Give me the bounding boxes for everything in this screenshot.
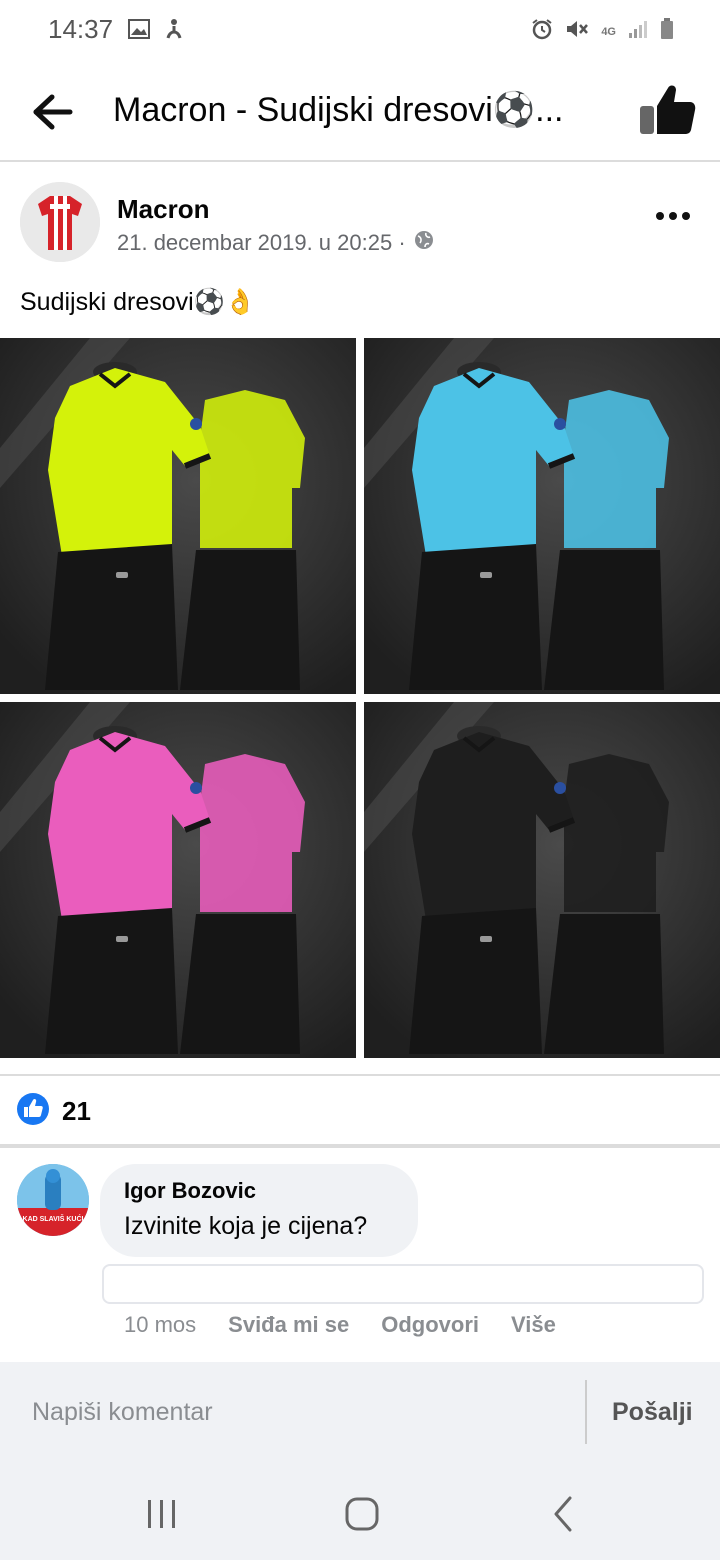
- comment-like-button[interactable]: Sviđa mi se: [228, 1312, 349, 1338]
- alarm-icon: [531, 18, 553, 45]
- accessibility-icon: [164, 18, 184, 45]
- post-text: Sudijski dresovi⚽👌: [20, 288, 256, 316]
- like-count: 21: [62, 1096, 91, 1126]
- system-back-button[interactable]: [544, 1494, 584, 1534]
- comment-composer: Napiši komentar Pošalji: [0, 1362, 720, 1464]
- comment-text: Izvinite koja je cijena?: [124, 1212, 368, 1240]
- recent-apps-icon: [148, 1500, 175, 1528]
- home-button[interactable]: [342, 1494, 382, 1534]
- commenter-avatar[interactable]: KAD SLAVIŠ KUĆI: [17, 1164, 89, 1236]
- top-app-bar: Macron - Sudijski dresovi⚽...: [0, 62, 720, 162]
- page-title: Macron - Sudijski dresovi⚽...: [113, 91, 564, 129]
- recent-apps-button[interactable]: [142, 1494, 182, 1534]
- chevron-left-icon: [554, 1496, 572, 1532]
- photo-black-referee-kit[interactable]: [364, 702, 720, 1058]
- more-options-button[interactable]: [654, 206, 694, 226]
- photo-pink-referee-kit[interactable]: [0, 702, 356, 1058]
- post-meta: 21. decembar 2019. u 20:25 ·: [117, 230, 434, 256]
- comment-placeholder-box: [102, 1264, 704, 1304]
- divider: [0, 1074, 720, 1076]
- photo-blue-referee-kit[interactable]: [364, 338, 720, 694]
- photo-grid: [0, 338, 720, 1058]
- like-reaction-icon: [16, 1092, 50, 1131]
- image-icon: [128, 19, 150, 44]
- reactions-summary[interactable]: 21: [16, 1092, 91, 1131]
- divider: [0, 1144, 720, 1148]
- like-page-button[interactable]: [636, 82, 698, 138]
- back-button[interactable]: [30, 90, 82, 134]
- post-author[interactable]: Macron: [117, 194, 209, 225]
- status-time: 14:37: [48, 14, 114, 44]
- photo-yellow-referee-kit[interactable]: [0, 338, 356, 694]
- status-bar: 14:37 4G: [0, 0, 720, 60]
- battery-icon: [660, 18, 674, 45]
- post-date[interactable]: 21. decembar 2019. u 20:25 ·: [117, 230, 406, 256]
- author-avatar[interactable]: [20, 182, 100, 262]
- composer-separator: [585, 1380, 587, 1444]
- comment-input[interactable]: Napiši komentar: [32, 1398, 213, 1427]
- comment-time: 10 mos: [124, 1312, 197, 1337]
- mute-icon: [565, 18, 589, 45]
- comment-more-button[interactable]: Više: [511, 1312, 556, 1338]
- comment-actions: 10 mos Sviđa mi se Odgovori Više: [124, 1312, 556, 1338]
- comment-author[interactable]: Igor Bozovic: [124, 1178, 394, 1204]
- more-icon: [656, 212, 690, 220]
- comment-bubble[interactable]: Igor Bozovic Izvinite koja je cijena?: [100, 1164, 418, 1257]
- back-arrow-icon: [33, 94, 73, 130]
- system-nav-bar: [0, 1464, 720, 1560]
- signal-icon: [628, 19, 648, 44]
- home-icon: [345, 1497, 379, 1531]
- avatar-caption: KAD SLAVIŠ KUĆI: [23, 1214, 84, 1223]
- thumbs-up-icon: [640, 85, 696, 134]
- network-type: 4G: [601, 25, 616, 38]
- globe-icon: [414, 230, 434, 256]
- send-button[interactable]: Pošalji: [612, 1398, 693, 1427]
- comment-reply-button[interactable]: Odgovori: [381, 1312, 479, 1338]
